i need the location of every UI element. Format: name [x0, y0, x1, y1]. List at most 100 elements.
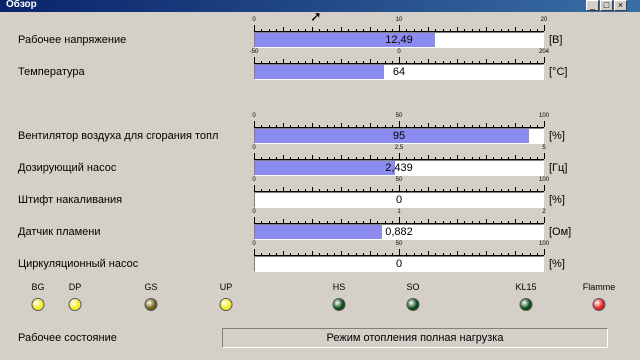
scale-tick: [348, 189, 350, 191]
meter-bar: 64: [254, 64, 544, 80]
scale-tick: [464, 189, 466, 191]
meter-unit: [%]: [549, 130, 565, 142]
scale-tick: [348, 29, 350, 31]
meter-label: Дозирующий насос: [18, 162, 117, 174]
scale-tick: [261, 125, 263, 127]
scale-tick: [413, 189, 415, 191]
scale-tick: [355, 221, 357, 223]
led-indicator-icon: [144, 298, 158, 311]
led-label: DP: [68, 282, 82, 292]
meter-gauge: 0 50 100 0: [252, 241, 549, 272]
scale-tick: [348, 221, 350, 223]
scale-tick: [493, 29, 495, 31]
scale-tick: [442, 221, 444, 223]
scale-tick: [442, 157, 444, 159]
close-button[interactable]: ×: [614, 0, 627, 11]
scale-tick: [312, 123, 313, 127]
scale-tick: [471, 221, 473, 223]
scale-tick: [457, 155, 458, 159]
meter-value: 95: [392, 130, 406, 142]
scale-tick: [493, 221, 495, 223]
scale-tick: [493, 253, 495, 255]
scale-tick: [442, 29, 444, 31]
scale-tick: [370, 187, 371, 191]
meter-label: Штифт накаливания: [18, 194, 123, 206]
meter-scale: 0 50 100: [252, 241, 549, 256]
scale-tick: [428, 219, 429, 223]
led-indicator-icon: [406, 298, 420, 311]
led-indicator-icon: [332, 298, 346, 311]
scale-tick: [355, 61, 357, 63]
scale-tick: [254, 57, 255, 63]
scale-tick: [536, 221, 538, 223]
meter-label: Датчик пламени: [18, 226, 101, 238]
scale-tick: [297, 157, 299, 159]
scale-tick: [515, 251, 516, 255]
scale-tick: [399, 121, 400, 127]
scale-tick: [471, 189, 473, 191]
scale-tick: [515, 155, 516, 159]
led-label: SO: [406, 282, 420, 292]
scale-tick: [326, 157, 328, 159]
scale-tick: [464, 29, 466, 31]
scale-tick-label: 100: [538, 113, 550, 119]
scale-tick: [319, 253, 321, 255]
scale-tick-label: 0: [252, 209, 256, 215]
scale-tick: [312, 251, 313, 255]
scale-tick: [478, 253, 480, 255]
scale-tick: [457, 251, 458, 255]
scale-tick: [420, 125, 422, 127]
scale-tick: [457, 27, 458, 31]
scale-tick-label: -50: [249, 49, 259, 55]
scale-tick: [457, 219, 458, 223]
minimize-button[interactable]: _: [586, 0, 599, 11]
scale-tick: [290, 189, 292, 191]
scale-tick: [384, 221, 386, 223]
scale-tick: [283, 59, 284, 63]
scale-tick: [544, 249, 545, 255]
scale-tick: [478, 125, 480, 127]
scale-tick: [486, 123, 487, 127]
scale-tick: [384, 253, 386, 255]
meter-scale: 0 10 20: [252, 17, 547, 32]
scale-tick: [261, 253, 263, 255]
scale-tick: [341, 251, 342, 255]
scale-tick: [377, 29, 379, 31]
scale-tick: [362, 221, 364, 223]
scale-tick: [362, 61, 364, 63]
meter-gauge: 0 1 2 0,882: [252, 209, 546, 240]
scale-tick-label: 10: [395, 17, 403, 23]
scale-tick: [348, 157, 350, 159]
scale-tick: [457, 187, 458, 191]
scale-tick: [355, 125, 357, 127]
scale-tick: [420, 189, 422, 191]
scale-tick: [413, 61, 415, 63]
maximize-button[interactable]: □: [600, 0, 613, 11]
scale-tick: [319, 29, 321, 31]
scale-tick: [355, 157, 357, 159]
scale-tick: [449, 221, 451, 223]
scale-tick: [362, 29, 364, 31]
scale-tick: [254, 25, 255, 31]
scale-tick: [362, 125, 364, 127]
scale-tick: [449, 189, 451, 191]
scale-tick: [283, 251, 284, 255]
scale-tick: [428, 27, 429, 31]
scale-tick: [544, 25, 545, 31]
scale-tick-label: 0: [252, 177, 256, 183]
scale-tick-label: 50: [395, 241, 403, 247]
scale-tick: [486, 155, 487, 159]
scale-tick: [384, 157, 386, 159]
scale-tick: [442, 189, 444, 191]
scale-tick: [333, 253, 335, 255]
scale-tick: [406, 253, 408, 255]
scale-tick: [399, 217, 400, 223]
scale-tick: [420, 61, 422, 63]
scale-tick: [362, 157, 364, 159]
meter-unit: [Гц]: [549, 162, 568, 174]
scale-tick: [333, 125, 335, 127]
scale-tick: [290, 125, 292, 127]
meter-unit: [Ом]: [549, 226, 572, 238]
scale-tick: [319, 221, 321, 223]
led-indicator-icon: [31, 298, 45, 311]
